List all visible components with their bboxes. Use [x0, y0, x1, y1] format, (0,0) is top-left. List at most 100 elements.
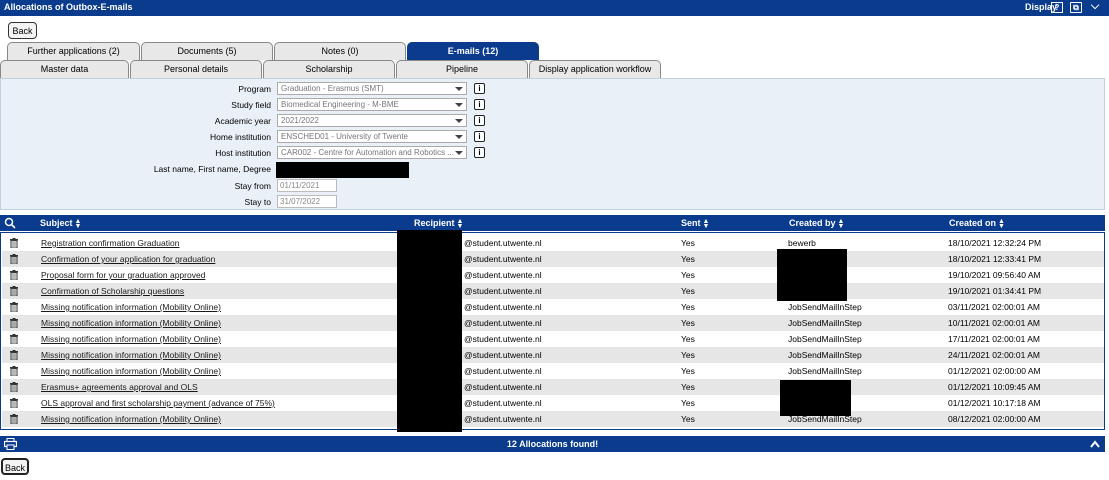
host-institution-label: Host institution [215, 148, 271, 158]
trash-icon[interactable] [10, 238, 18, 248]
window-title: Allocations of Outbox-E-mails [4, 2, 133, 12]
info-icon[interactable]: i [474, 99, 485, 110]
table-row[interactable]: Missing notification information (Mobili… [2, 411, 1104, 427]
question-icon[interactable]: ? [1051, 2, 1063, 13]
created-on-cell: 01/12/2021 10:09:45 AM [948, 382, 1041, 392]
subject-link[interactable]: OLS approval and first scholarship payme… [41, 398, 275, 408]
column-sent[interactable]: Sent ▲ ▼ [681, 218, 709, 230]
info-icon[interactable]: i [474, 115, 485, 126]
recipient-cell: @student.utwente.nl [464, 254, 542, 264]
subject-link[interactable]: Registration confirmation Graduation [41, 238, 179, 248]
trash-icon[interactable] [10, 270, 18, 280]
column-recipient[interactable]: Recipient ▲ ▼ [414, 218, 463, 230]
info-icon[interactable]: i [474, 131, 485, 142]
search-icon[interactable] [4, 217, 16, 229]
table-row[interactable]: Missing notification information (Mobili… [2, 315, 1104, 331]
back-button-top[interactable]: Back [8, 22, 37, 39]
table-header: Subject ▲ ▼ Recipient ▲ ▼ Sent ▲ ▼ Created by ▲… [0, 215, 1105, 231]
trash-icon[interactable] [10, 334, 18, 344]
trash-icon[interactable] [10, 286, 18, 296]
table-row[interactable]: OLS approval and first scholarship payme… [2, 395, 1104, 411]
stay-to-field[interactable]: 31/07/2022 [277, 195, 337, 208]
copy-icon[interactable]: ⧉ [1070, 2, 1082, 13]
sent-cell: Yes [681, 398, 695, 408]
table-row[interactable]: Missing notification information (Mobili… [2, 347, 1104, 363]
created-on-cell: 01/12/2021 10:17:18 AM [948, 398, 1041, 408]
created-by-cell: JobSendMailInStep [788, 366, 862, 376]
academic-year-select[interactable]: 2021/2022 [277, 114, 467, 127]
recipient-cell: @student.utwente.nl [464, 382, 542, 392]
tab-emails[interactable]: E-mails (12) [407, 42, 539, 60]
created-on-cell: 19/10/2021 09:56:40 AM [948, 270, 1041, 280]
table-row[interactable]: Confirmation of your application for gra… [2, 251, 1104, 267]
sent-cell: Yes [681, 334, 695, 344]
trash-icon[interactable] [10, 398, 18, 408]
tab-master-data[interactable]: Master data [0, 60, 129, 78]
table-row[interactable]: Missing notification information (Mobili… [2, 331, 1104, 347]
info-icon[interactable]: i [474, 83, 485, 94]
subject-link[interactable]: Missing notification information (Mobili… [41, 318, 221, 328]
tab-display-application-workflow[interactable]: Display application workflow [529, 60, 661, 78]
created-by-cell: bewerb [788, 238, 816, 248]
title-bar: Allocations of Outbox-E-mails Display ? … [0, 0, 1109, 16]
tab-notes[interactable]: Notes (0) [274, 42, 406, 60]
trash-icon[interactable] [10, 318, 18, 328]
home-institution-select[interactable]: ENSCHED01 - University of Twente [277, 130, 467, 143]
host-institution-value: CAR002 - Centre for Automation and Robot… [281, 148, 454, 157]
stay-from-field[interactable]: 01/11/2021 [277, 179, 337, 192]
column-subject-label: Subject [40, 218, 73, 228]
column-created-by[interactable]: Created by ▲ ▼ [789, 218, 844, 230]
tab-personal-details[interactable]: Personal details [130, 60, 262, 78]
column-subject[interactable]: Subject ▲ ▼ [40, 218, 81, 230]
trash-icon[interactable] [10, 350, 18, 360]
dropdown-arrow-icon [455, 135, 463, 139]
tab-documents[interactable]: Documents (5) [141, 42, 273, 60]
trash-icon[interactable] [10, 382, 18, 392]
chevron-up-icon[interactable] [1090, 440, 1100, 448]
table-footer: 12 Allocations found! [0, 436, 1105, 452]
subject-link[interactable]: Missing notification information (Mobili… [41, 334, 221, 344]
study-field-label: Study field [231, 100, 271, 110]
subject-link[interactable]: Missing notification information (Mobili… [41, 350, 221, 360]
created-on-cell: 17/11/2021 02:00:01 AM [948, 334, 1041, 344]
sent-cell: Yes [681, 382, 695, 392]
table-row[interactable]: Registration confirmation Graduation @st… [2, 235, 1104, 251]
table-row[interactable]: Confirmation of Scholarship questions @s… [2, 283, 1104, 299]
column-created-on-label: Created on [949, 218, 997, 228]
subject-link[interactable]: Confirmation of Scholarship questions [41, 286, 184, 296]
chevron-down-icon[interactable]: ⌵ [1089, 1, 1101, 13]
column-sent-label: Sent [681, 218, 701, 228]
created-on-cell: 24/11/2021 02:00:01 AM [948, 350, 1041, 360]
back-button-bottom[interactable]: Back [1, 458, 29, 475]
table-row[interactable]: Erasmus+ agreements approval and OLS @st… [2, 379, 1104, 395]
tab-pipeline[interactable]: Pipeline [396, 60, 528, 78]
subject-link[interactable]: Proposal form for your graduation approv… [41, 270, 205, 280]
sent-cell: Yes [681, 302, 695, 312]
trash-icon[interactable] [10, 302, 18, 312]
academic-year-label: Academic year [214, 116, 271, 126]
subject-link[interactable]: Missing notification information (Mobili… [41, 414, 221, 424]
tab-scholarship[interactable]: Scholarship [263, 60, 395, 78]
study-field-select[interactable]: Biomedical Engineering - M-BME [277, 98, 467, 111]
subject-link[interactable]: Confirmation of your application for gra… [41, 254, 215, 264]
tab-further-applications[interactable]: Further applications (2) [7, 42, 140, 60]
program-select[interactable]: Graduation - Erasmus (SMT) [277, 82, 467, 95]
table-row[interactable]: Missing notification information (Mobili… [2, 363, 1104, 379]
subject-link[interactable]: Erasmus+ agreements approval and OLS [41, 382, 198, 392]
created-by-cell: JobSendMailInStep [788, 318, 862, 328]
sent-cell: Yes [681, 414, 695, 424]
subject-link[interactable]: Missing notification information (Mobili… [41, 366, 221, 376]
dropdown-arrow-icon [455, 151, 463, 155]
trash-icon[interactable] [10, 254, 18, 264]
trash-icon[interactable] [10, 414, 18, 424]
sent-cell: Yes [681, 254, 695, 264]
trash-icon[interactable] [10, 366, 18, 376]
table-row[interactable]: Missing notification information (Mobili… [2, 299, 1104, 315]
redacted-created-by [777, 249, 847, 301]
subject-link[interactable]: Missing notification information (Mobili… [41, 302, 221, 312]
sort-icon: ▲ ▼ [998, 217, 1005, 230]
host-institution-select[interactable]: CAR002 - Centre for Automation and Robot… [277, 146, 467, 159]
info-icon[interactable]: i [474, 147, 485, 158]
table-row[interactable]: Proposal form for your graduation approv… [2, 267, 1104, 283]
column-created-on[interactable]: Created on ▲ ▼ [949, 217, 1005, 230]
